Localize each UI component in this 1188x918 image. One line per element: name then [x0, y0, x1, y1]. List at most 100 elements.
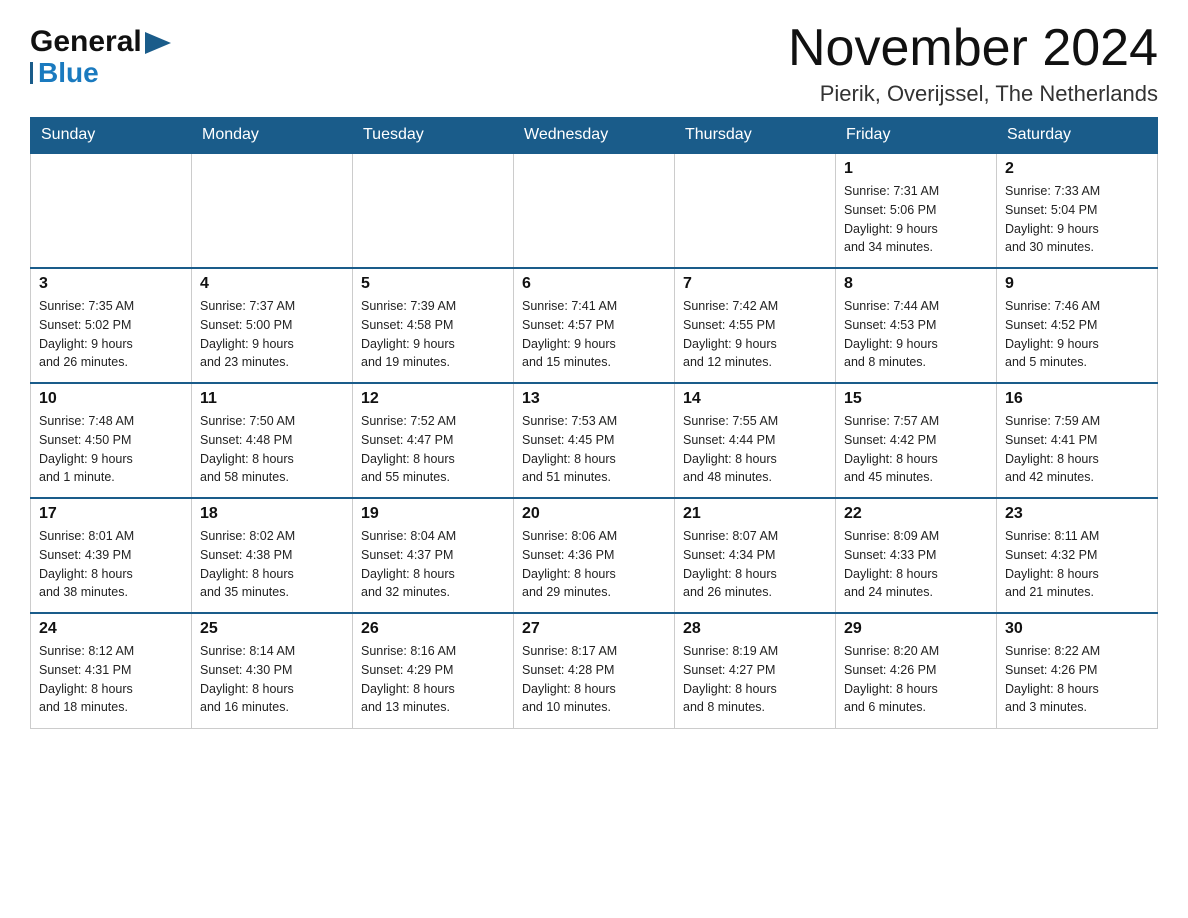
day-number: 17: [39, 505, 183, 523]
calendar-cell: 16 Sunrise: 7:59 AMSunset: 4:41 PMDayligh…: [997, 383, 1158, 498]
location-subtitle: Pierik, Overijssel, The Netherlands: [788, 81, 1158, 107]
day-number: 30: [1005, 620, 1149, 638]
calendar-cell: 17 Sunrise: 8:01 AMSunset: 4:39 PMDayligh…: [31, 498, 192, 613]
col-header-saturday: Saturday: [997, 118, 1158, 154]
calendar-cell: 20 Sunrise: 8:06 AMSunset: 4:36 PMDayligh…: [514, 498, 675, 613]
day-info: Sunrise: 7:41 AMSunset: 4:57 PMDaylight:…: [522, 297, 666, 372]
day-number: 22: [844, 505, 988, 523]
col-header-sunday: Sunday: [31, 118, 192, 154]
calendar-cell: 9 Sunrise: 7:46 AMSunset: 4:52 PMDaylight…: [997, 268, 1158, 383]
day-number: 7: [683, 275, 827, 293]
day-number: 5: [361, 275, 505, 293]
col-header-wednesday: Wednesday: [514, 118, 675, 154]
calendar-cell: 19 Sunrise: 8:04 AMSunset: 4:37 PMDayligh…: [353, 498, 514, 613]
day-info: Sunrise: 7:44 AMSunset: 4:53 PMDaylight:…: [844, 297, 988, 372]
day-info: Sunrise: 8:22 AMSunset: 4:26 PMDaylight:…: [1005, 642, 1149, 717]
logo: General Blue: [30, 20, 171, 89]
day-number: 9: [1005, 275, 1149, 293]
calendar-header-row: SundayMondayTuesdayWednesdayThursdayFrid…: [31, 118, 1158, 154]
day-info: Sunrise: 7:33 AMSunset: 5:04 PMDaylight:…: [1005, 182, 1149, 257]
col-header-tuesday: Tuesday: [353, 118, 514, 154]
day-number: 4: [200, 275, 344, 293]
day-info: Sunrise: 8:19 AMSunset: 4:27 PMDaylight:…: [683, 642, 827, 717]
day-info: Sunrise: 8:04 AMSunset: 4:37 PMDaylight:…: [361, 527, 505, 602]
day-number: 29: [844, 620, 988, 638]
calendar-cell: [675, 153, 836, 268]
day-info: Sunrise: 8:14 AMSunset: 4:30 PMDaylight:…: [200, 642, 344, 717]
calendar-cell: 28 Sunrise: 8:19 AMSunset: 4:27 PMDayligh…: [675, 613, 836, 728]
day-info: Sunrise: 7:39 AMSunset: 4:58 PMDaylight:…: [361, 297, 505, 372]
day-number: 13: [522, 390, 666, 408]
day-info: Sunrise: 7:59 AMSunset: 4:41 PMDaylight:…: [1005, 412, 1149, 487]
day-info: Sunrise: 7:53 AMSunset: 4:45 PMDaylight:…: [522, 412, 666, 487]
day-info: Sunrise: 8:02 AMSunset: 4:38 PMDaylight:…: [200, 527, 344, 602]
day-number: 19: [361, 505, 505, 523]
day-info: Sunrise: 8:20 AMSunset: 4:26 PMDaylight:…: [844, 642, 988, 717]
day-info: Sunrise: 7:55 AMSunset: 4:44 PMDaylight:…: [683, 412, 827, 487]
calendar-cell: 6 Sunrise: 7:41 AMSunset: 4:57 PMDaylight…: [514, 268, 675, 383]
day-number: 20: [522, 505, 666, 523]
calendar-cell: 2 Sunrise: 7:33 AMSunset: 5:04 PMDaylight…: [997, 153, 1158, 268]
day-info: Sunrise: 8:01 AMSunset: 4:39 PMDaylight:…: [39, 527, 183, 602]
day-number: 25: [200, 620, 344, 638]
calendar-cell: 22 Sunrise: 8:09 AMSunset: 4:33 PMDayligh…: [836, 498, 997, 613]
day-info: Sunrise: 8:07 AMSunset: 4:34 PMDaylight:…: [683, 527, 827, 602]
calendar-table: SundayMondayTuesdayWednesdayThursdayFrid…: [30, 117, 1158, 729]
day-info: Sunrise: 8:06 AMSunset: 4:36 PMDaylight:…: [522, 527, 666, 602]
day-number: 12: [361, 390, 505, 408]
calendar-week-row: 3 Sunrise: 7:35 AMSunset: 5:02 PMDaylight…: [31, 268, 1158, 383]
day-number: 27: [522, 620, 666, 638]
col-header-friday: Friday: [836, 118, 997, 154]
day-info: Sunrise: 7:57 AMSunset: 4:42 PMDaylight:…: [844, 412, 988, 487]
logo-blue-text: Blue: [38, 57, 99, 89]
day-info: Sunrise: 8:12 AMSunset: 4:31 PMDaylight:…: [39, 642, 183, 717]
day-info: Sunrise: 7:48 AMSunset: 4:50 PMDaylight:…: [39, 412, 183, 487]
day-number: 18: [200, 505, 344, 523]
calendar-cell: 13 Sunrise: 7:53 AMSunset: 4:45 PMDayligh…: [514, 383, 675, 498]
calendar-week-row: 24Sunrise: 8:12 AMSunset: 4:31 PMDayligh…: [31, 613, 1158, 728]
logo-divider: [30, 62, 33, 84]
logo-general-text: General: [30, 25, 142, 59]
day-number: 28: [683, 620, 827, 638]
day-info: Sunrise: 7:46 AMSunset: 4:52 PMDaylight:…: [1005, 297, 1149, 372]
calendar-cell: 27Sunrise: 8:17 AMSunset: 4:28 PMDayligh…: [514, 613, 675, 728]
calendar-cell: 25 Sunrise: 8:14 AMSunset: 4:30 PMDayligh…: [192, 613, 353, 728]
month-year-title: November 2024: [788, 20, 1158, 77]
calendar-cell: [31, 153, 192, 268]
day-number: 8: [844, 275, 988, 293]
day-number: 3: [39, 275, 183, 293]
calendar-cell: 14Sunrise: 7:55 AMSunset: 4:44 PMDayligh…: [675, 383, 836, 498]
day-number: 16: [1005, 390, 1149, 408]
calendar-cell: 24Sunrise: 8:12 AMSunset: 4:31 PMDayligh…: [31, 613, 192, 728]
calendar-cell: 30 Sunrise: 8:22 AMSunset: 4:26 PMDayligh…: [997, 613, 1158, 728]
day-info: Sunrise: 8:11 AMSunset: 4:32 PMDaylight:…: [1005, 527, 1149, 602]
day-info: Sunrise: 7:37 AMSunset: 5:00 PMDaylight:…: [200, 297, 344, 372]
calendar-cell: 4 Sunrise: 7:37 AMSunset: 5:00 PMDaylight…: [192, 268, 353, 383]
logo-arrow-icon: [145, 32, 171, 54]
day-number: 2: [1005, 160, 1149, 178]
calendar-cell: [353, 153, 514, 268]
day-info: Sunrise: 8:09 AMSunset: 4:33 PMDaylight:…: [844, 527, 988, 602]
calendar-cell: [192, 153, 353, 268]
day-info: Sunrise: 7:31 AMSunset: 5:06 PMDaylight:…: [844, 182, 988, 257]
calendar-cell: [514, 153, 675, 268]
calendar-week-row: 17 Sunrise: 8:01 AMSunset: 4:39 PMDayligh…: [31, 498, 1158, 613]
col-header-monday: Monday: [192, 118, 353, 154]
day-info: Sunrise: 7:42 AMSunset: 4:55 PMDaylight:…: [683, 297, 827, 372]
calendar-cell: 21 Sunrise: 8:07 AMSunset: 4:34 PMDayligh…: [675, 498, 836, 613]
day-info: Sunrise: 8:16 AMSunset: 4:29 PMDaylight:…: [361, 642, 505, 717]
calendar-cell: 12 Sunrise: 7:52 AMSunset: 4:47 PMDayligh…: [353, 383, 514, 498]
day-info: Sunrise: 7:52 AMSunset: 4:47 PMDaylight:…: [361, 412, 505, 487]
page-header: General Blue November 2024 Pierik, Overi…: [30, 20, 1158, 107]
day-info: Sunrise: 7:35 AMSunset: 5:02 PMDaylight:…: [39, 297, 183, 372]
calendar-week-row: 1Sunrise: 7:31 AMSunset: 5:06 PMDaylight…: [31, 153, 1158, 268]
calendar-cell: 3 Sunrise: 7:35 AMSunset: 5:02 PMDaylight…: [31, 268, 192, 383]
calendar-cell: 1Sunrise: 7:31 AMSunset: 5:06 PMDaylight…: [836, 153, 997, 268]
day-number: 6: [522, 275, 666, 293]
calendar-cell: 11Sunrise: 7:50 AMSunset: 4:48 PMDayligh…: [192, 383, 353, 498]
day-number: 11: [200, 390, 344, 408]
day-number: 15: [844, 390, 988, 408]
calendar-cell: 8 Sunrise: 7:44 AMSunset: 4:53 PMDaylight…: [836, 268, 997, 383]
title-block: November 2024 Pierik, Overijssel, The Ne…: [788, 20, 1158, 107]
day-number: 21: [683, 505, 827, 523]
